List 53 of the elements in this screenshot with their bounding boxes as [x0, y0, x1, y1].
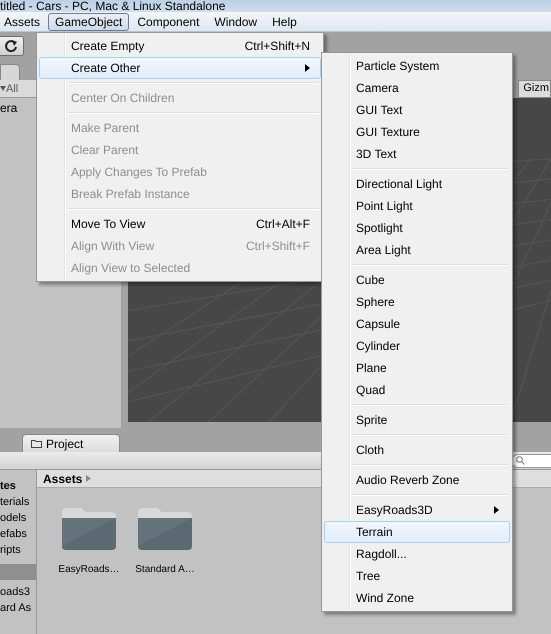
favorites-item[interactable]: ripts [0, 542, 21, 558]
breadcrumb[interactable]: Assets [43, 472, 82, 486]
menu-item[interactable]: EasyRoads3D [324, 499, 510, 521]
menu-item[interactable]: Cylinder [324, 335, 510, 357]
menu-item[interactable]: 3D Text [324, 143, 510, 165]
menu-item[interactable]: Plane [324, 357, 510, 379]
menu-item[interactable]: Directional Light [324, 173, 510, 195]
favorites-item[interactable]: odels [0, 510, 26, 526]
menu-bar-item[interactable]: Help [265, 12, 304, 30]
menu-item[interactable]: Spotlight [324, 217, 510, 239]
search-icon [516, 456, 525, 465]
window-title: titled - Cars - PC, Mac & Linux Standalone [0, 0, 226, 12]
menu-item[interactable]: GUI Text [324, 99, 510, 121]
folder-icon [136, 506, 194, 552]
menu-item[interactable]: Sprite [324, 409, 510, 431]
gizmos-dropdown[interactable]: Gizm [518, 80, 551, 98]
folder-icon [60, 506, 118, 552]
menu-item[interactable]: Move To View Ctrl+Alt+F [39, 213, 321, 235]
menu-item[interactable]: Audio Reverb Zone [324, 469, 510, 491]
menu-item[interactable]: Particle System [324, 55, 510, 77]
menu-item[interactable]: Wind Zone [324, 587, 510, 609]
menu-item[interactable]: Create Other [39, 57, 321, 79]
breadcrumb-arrow-icon [86, 475, 92, 482]
menu-item[interactable]: Sphere [324, 291, 510, 313]
menu-item[interactable]: Cube [324, 269, 510, 291]
menu-item[interactable]: Point Light [324, 195, 510, 217]
refresh-icon [4, 39, 18, 53]
menu-item[interactable]: Capsule [324, 313, 510, 335]
refresh-button[interactable] [0, 36, 24, 56]
menu-item[interactable]: Cloth [324, 439, 510, 461]
section-heading: tes [0, 479, 16, 494]
menu-item[interactable]: Ragdoll... [324, 543, 510, 565]
menu-bar-item[interactable]: GameObject [48, 12, 130, 30]
folder-tree-item[interactable]: oads3 [0, 584, 30, 600]
menu-item[interactable]: GUI Texture [324, 121, 510, 143]
project-tab[interactable]: Project [22, 434, 120, 452]
menu-item[interactable]: Camera [324, 77, 510, 99]
dropdown-arrow-icon [0, 86, 6, 91]
menu-bar-item[interactable]: Assets [0, 12, 48, 30]
filter-dropdown[interactable]: All [6, 82, 18, 94]
menu-item[interactable]: Area Light [324, 239, 510, 261]
menu-bar-item[interactable]: Component [130, 12, 206, 30]
menu-bar-item[interactable]: Window [207, 12, 264, 30]
menu-item[interactable]: Tree [324, 565, 510, 587]
menu-item[interactable]: Quad [324, 379, 510, 401]
folder-label[interactable]: Standard A… [135, 564, 195, 575]
favorites-item[interactable]: efabs [0, 526, 27, 542]
folder-label[interactable]: EasyRoads… [58, 564, 120, 575]
hierarchy-tab[interactable] [0, 64, 20, 80]
favorites-item[interactable]: terials [0, 494, 30, 510]
folder-tree-item[interactable]: ard As [0, 600, 32, 616]
menu-item[interactable]: Terrain [324, 521, 510, 543]
folder-icon [31, 439, 42, 448]
